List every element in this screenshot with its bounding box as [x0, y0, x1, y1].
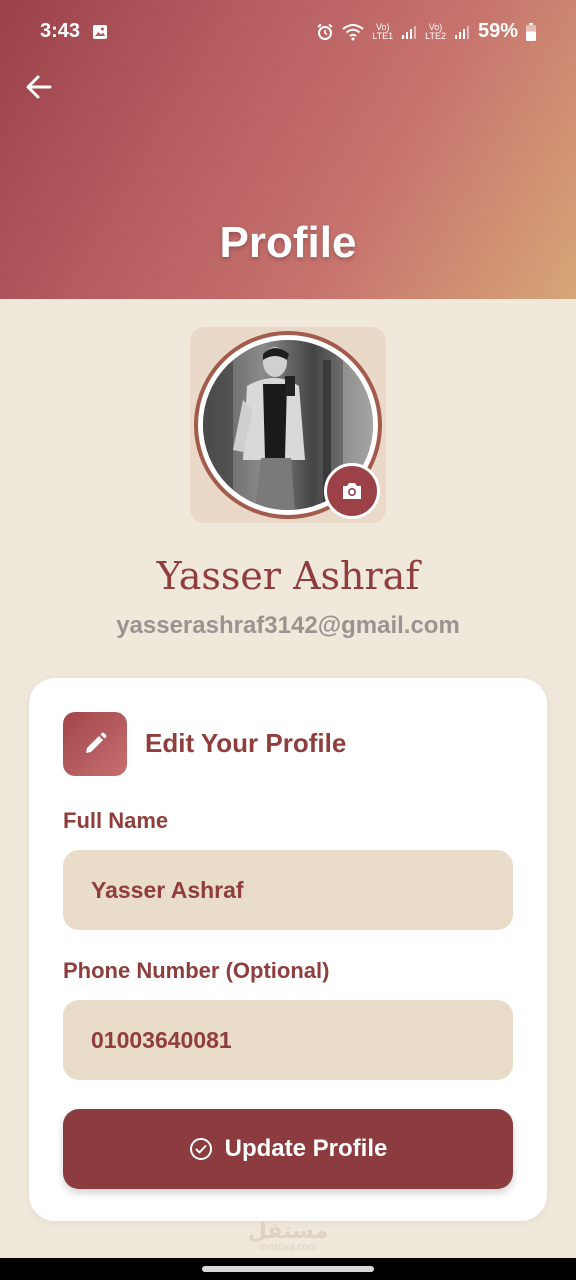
full-name-field[interactable]: Yasser Ashraf: [63, 850, 513, 930]
update-profile-label: Update Profile: [224, 1135, 388, 1162]
change-photo-button[interactable]: [324, 463, 380, 519]
battery-percent: 59%: [477, 20, 518, 42]
status-icons: Vo) LTE1 Vo) LTE2 59%: [316, 20, 536, 43]
update-profile-button[interactable]: Update Profile: [63, 1109, 513, 1189]
edit-icon-box: [63, 712, 127, 776]
profile-email: yasserashraf3142@gmail.com: [116, 612, 460, 639]
wifi-icon: [342, 23, 364, 40]
card-title: Edit Your Profile: [145, 728, 347, 758]
check-circle-icon: [189, 1138, 212, 1160]
navigation-bar: [0, 1258, 576, 1280]
camera-icon: [343, 483, 361, 499]
arrow-left-icon[interactable]: [22, 70, 56, 104]
phone-label: Phone Number (Optional): [63, 958, 330, 983]
phone-field[interactable]: 01003640081: [63, 1000, 513, 1080]
profile-screen: 3:43 Vo) LTE1 Vo) LTE2 59% Profile Yasse…: [0, 0, 576, 1280]
gallery-icon: [93, 25, 107, 39]
full-name-value: Yasser Ashraf: [91, 876, 244, 903]
lte2-indicator: Vo) LTE2: [425, 21, 446, 41]
header: 3:43 Vo) LTE1 Vo) LTE2 59% Profile: [0, 0, 576, 299]
pencil-icon: [86, 732, 107, 753]
battery-icon: [526, 22, 536, 41]
signal-icon: [454, 25, 469, 39]
alarm-icon: [317, 23, 333, 40]
page-title: Profile: [219, 218, 357, 267]
status-time: 3:43: [40, 20, 81, 42]
lte1-indicator: Vo) LTE1: [372, 21, 394, 41]
watermark-url: mostaql.com: [259, 1242, 317, 1253]
watermark: مستقل: [247, 1218, 329, 1243]
home-handle[interactable]: [202, 1266, 374, 1272]
edit-profile-card: Edit Your Profile Full Name Yasser Ashra…: [29, 678, 547, 1221]
profile-name: Yasser Ashraf: [156, 554, 420, 598]
signal-icon: [402, 25, 417, 39]
status-bar: 3:43 Vo) LTE1 Vo) LTE2 59%: [0, 0, 576, 64]
phone-value: 01003640081: [91, 1026, 232, 1053]
full-name-label: Full Name: [63, 808, 169, 833]
avatar[interactable]: [190, 327, 386, 523]
